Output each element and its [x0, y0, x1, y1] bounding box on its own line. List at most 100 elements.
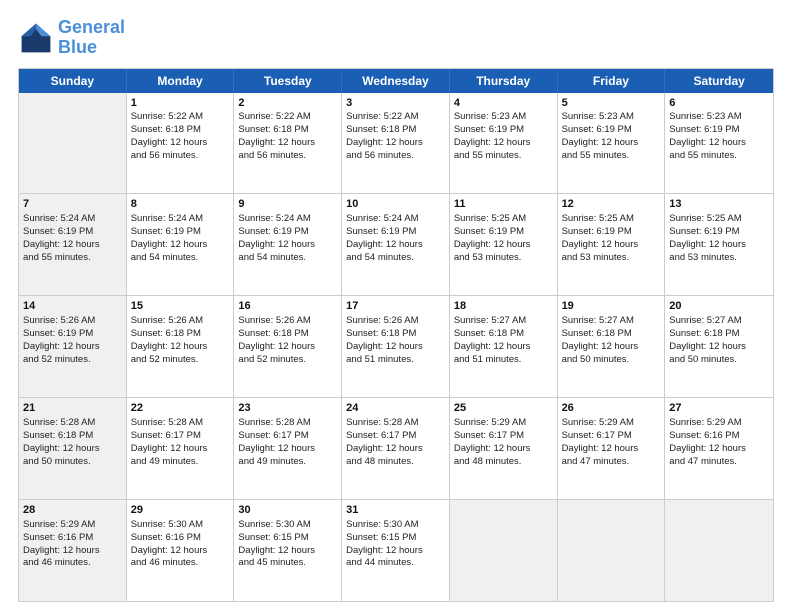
day-info: Sunrise: 5:29 AM Sunset: 6:17 PM Dayligh… — [562, 417, 639, 466]
day-info: Sunrise: 5:24 AM Sunset: 6:19 PM Dayligh… — [346, 213, 423, 262]
day-info: Sunrise: 5:27 AM Sunset: 6:18 PM Dayligh… — [562, 315, 639, 364]
week-row-3: 14Sunrise: 5:26 AM Sunset: 6:19 PM Dayli… — [19, 296, 773, 398]
day-number: 2 — [238, 96, 337, 111]
day-cell-21: 21Sunrise: 5:28 AM Sunset: 6:18 PM Dayli… — [19, 398, 127, 499]
day-info: Sunrise: 5:24 AM Sunset: 6:19 PM Dayligh… — [23, 213, 100, 262]
day-cell-15: 15Sunrise: 5:26 AM Sunset: 6:18 PM Dayli… — [127, 296, 235, 397]
day-cell-24: 24Sunrise: 5:28 AM Sunset: 6:17 PM Dayli… — [342, 398, 450, 499]
day-header-friday: Friday — [558, 69, 666, 93]
day-number: 1 — [131, 96, 230, 111]
day-cell-3: 3Sunrise: 5:22 AM Sunset: 6:18 PM Daylig… — [342, 93, 450, 194]
day-info: Sunrise: 5:27 AM Sunset: 6:18 PM Dayligh… — [669, 315, 746, 364]
day-number: 22 — [131, 401, 230, 416]
day-number: 4 — [454, 96, 553, 111]
day-header-wednesday: Wednesday — [342, 69, 450, 93]
empty-cell — [665, 500, 773, 601]
day-info: Sunrise: 5:24 AM Sunset: 6:19 PM Dayligh… — [238, 213, 315, 262]
day-cell-28: 28Sunrise: 5:29 AM Sunset: 6:16 PM Dayli… — [19, 500, 127, 601]
day-header-thursday: Thursday — [450, 69, 558, 93]
empty-cell — [558, 500, 666, 601]
day-number: 16 — [238, 299, 337, 314]
day-number: 13 — [669, 197, 769, 212]
day-info: Sunrise: 5:29 AM Sunset: 6:16 PM Dayligh… — [669, 417, 746, 466]
day-info: Sunrise: 5:27 AM Sunset: 6:18 PM Dayligh… — [454, 315, 531, 364]
day-cell-19: 19Sunrise: 5:27 AM Sunset: 6:18 PM Dayli… — [558, 296, 666, 397]
day-number: 18 — [454, 299, 553, 314]
day-cell-11: 11Sunrise: 5:25 AM Sunset: 6:19 PM Dayli… — [450, 194, 558, 295]
day-number: 7 — [23, 197, 122, 212]
day-cell-1: 1Sunrise: 5:22 AM Sunset: 6:18 PM Daylig… — [127, 93, 235, 194]
empty-cell — [19, 93, 127, 194]
day-info: Sunrise: 5:30 AM Sunset: 6:15 PM Dayligh… — [346, 519, 423, 568]
day-cell-27: 27Sunrise: 5:29 AM Sunset: 6:16 PM Dayli… — [665, 398, 773, 499]
day-cell-17: 17Sunrise: 5:26 AM Sunset: 6:18 PM Dayli… — [342, 296, 450, 397]
day-cell-29: 29Sunrise: 5:30 AM Sunset: 6:16 PM Dayli… — [127, 500, 235, 601]
day-number: 15 — [131, 299, 230, 314]
day-number: 31 — [346, 503, 445, 518]
day-cell-20: 20Sunrise: 5:27 AM Sunset: 6:18 PM Dayli… — [665, 296, 773, 397]
day-cell-7: 7Sunrise: 5:24 AM Sunset: 6:19 PM Daylig… — [19, 194, 127, 295]
page: General Blue SundayMondayTuesdayWednesda… — [0, 0, 792, 612]
day-number: 24 — [346, 401, 445, 416]
day-info: Sunrise: 5:25 AM Sunset: 6:19 PM Dayligh… — [562, 213, 639, 262]
day-cell-10: 10Sunrise: 5:24 AM Sunset: 6:19 PM Dayli… — [342, 194, 450, 295]
day-info: Sunrise: 5:25 AM Sunset: 6:19 PM Dayligh… — [669, 213, 746, 262]
day-info: Sunrise: 5:28 AM Sunset: 6:17 PM Dayligh… — [346, 417, 423, 466]
day-cell-6: 6Sunrise: 5:23 AM Sunset: 6:19 PM Daylig… — [665, 93, 773, 194]
day-number: 21 — [23, 401, 122, 416]
day-cell-14: 14Sunrise: 5:26 AM Sunset: 6:19 PM Dayli… — [19, 296, 127, 397]
logo-text: General Blue — [58, 18, 125, 58]
day-info: Sunrise: 5:30 AM Sunset: 6:16 PM Dayligh… — [131, 519, 208, 568]
day-info: Sunrise: 5:22 AM Sunset: 6:18 PM Dayligh… — [238, 111, 315, 160]
day-info: Sunrise: 5:29 AM Sunset: 6:16 PM Dayligh… — [23, 519, 100, 568]
day-info: Sunrise: 5:24 AM Sunset: 6:19 PM Dayligh… — [131, 213, 208, 262]
day-number: 3 — [346, 96, 445, 111]
day-cell-9: 9Sunrise: 5:24 AM Sunset: 6:19 PM Daylig… — [234, 194, 342, 295]
day-header-tuesday: Tuesday — [234, 69, 342, 93]
day-info: Sunrise: 5:30 AM Sunset: 6:15 PM Dayligh… — [238, 519, 315, 568]
day-number: 8 — [131, 197, 230, 212]
day-cell-8: 8Sunrise: 5:24 AM Sunset: 6:19 PM Daylig… — [127, 194, 235, 295]
day-number: 23 — [238, 401, 337, 416]
day-cell-4: 4Sunrise: 5:23 AM Sunset: 6:19 PM Daylig… — [450, 93, 558, 194]
day-number: 26 — [562, 401, 661, 416]
day-number: 28 — [23, 503, 122, 518]
day-number: 25 — [454, 401, 553, 416]
day-header-saturday: Saturday — [665, 69, 773, 93]
header: General Blue — [18, 18, 774, 58]
day-info: Sunrise: 5:29 AM Sunset: 6:17 PM Dayligh… — [454, 417, 531, 466]
day-cell-23: 23Sunrise: 5:28 AM Sunset: 6:17 PM Dayli… — [234, 398, 342, 499]
logo: General Blue — [18, 18, 125, 58]
day-number: 19 — [562, 299, 661, 314]
day-number: 17 — [346, 299, 445, 314]
day-number: 27 — [669, 401, 769, 416]
day-info: Sunrise: 5:25 AM Sunset: 6:19 PM Dayligh… — [454, 213, 531, 262]
calendar: SundayMondayTuesdayWednesdayThursdayFrid… — [18, 68, 774, 602]
day-cell-25: 25Sunrise: 5:29 AM Sunset: 6:17 PM Dayli… — [450, 398, 558, 499]
day-info: Sunrise: 5:28 AM Sunset: 6:17 PM Dayligh… — [131, 417, 208, 466]
calendar-body: 1Sunrise: 5:22 AM Sunset: 6:18 PM Daylig… — [19, 93, 773, 601]
calendar-header: SundayMondayTuesdayWednesdayThursdayFrid… — [19, 69, 773, 93]
day-info: Sunrise: 5:26 AM Sunset: 6:18 PM Dayligh… — [238, 315, 315, 364]
day-info: Sunrise: 5:22 AM Sunset: 6:18 PM Dayligh… — [346, 111, 423, 160]
day-number: 14 — [23, 299, 122, 314]
day-info: Sunrise: 5:23 AM Sunset: 6:19 PM Dayligh… — [669, 111, 746, 160]
day-cell-22: 22Sunrise: 5:28 AM Sunset: 6:17 PM Dayli… — [127, 398, 235, 499]
day-info: Sunrise: 5:23 AM Sunset: 6:19 PM Dayligh… — [562, 111, 639, 160]
day-info: Sunrise: 5:22 AM Sunset: 6:18 PM Dayligh… — [131, 111, 208, 160]
day-cell-12: 12Sunrise: 5:25 AM Sunset: 6:19 PM Dayli… — [558, 194, 666, 295]
day-cell-30: 30Sunrise: 5:30 AM Sunset: 6:15 PM Dayli… — [234, 500, 342, 601]
logo-icon — [18, 20, 54, 56]
day-info: Sunrise: 5:26 AM Sunset: 6:18 PM Dayligh… — [346, 315, 423, 364]
day-cell-2: 2Sunrise: 5:22 AM Sunset: 6:18 PM Daylig… — [234, 93, 342, 194]
week-row-1: 1Sunrise: 5:22 AM Sunset: 6:18 PM Daylig… — [19, 93, 773, 195]
day-number: 20 — [669, 299, 769, 314]
day-header-sunday: Sunday — [19, 69, 127, 93]
day-cell-26: 26Sunrise: 5:29 AM Sunset: 6:17 PM Dayli… — [558, 398, 666, 499]
day-number: 11 — [454, 197, 553, 212]
week-row-5: 28Sunrise: 5:29 AM Sunset: 6:16 PM Dayli… — [19, 500, 773, 601]
day-info: Sunrise: 5:28 AM Sunset: 6:18 PM Dayligh… — [23, 417, 100, 466]
day-number: 30 — [238, 503, 337, 518]
day-info: Sunrise: 5:26 AM Sunset: 6:18 PM Dayligh… — [131, 315, 208, 364]
empty-cell — [450, 500, 558, 601]
